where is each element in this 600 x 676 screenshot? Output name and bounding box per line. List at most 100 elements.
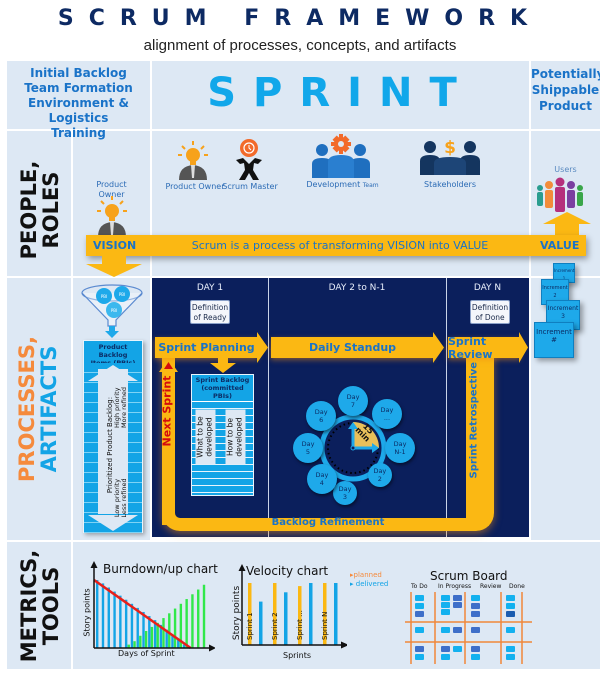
scrum-board-card	[415, 646, 424, 652]
definition-of-ready-scroll: Definition of Ready	[190, 300, 230, 324]
row-label-processes: PROCESSES, ARTIFACTS	[15, 319, 61, 499]
velocity-delivered-bar	[259, 601, 263, 645]
burndown-remaining-bar	[130, 603, 134, 648]
scrum-board-card	[415, 603, 424, 609]
how-to-be-developed: How to be developed	[225, 409, 246, 465]
users-icon	[537, 177, 583, 212]
scrum-board-card	[415, 595, 424, 601]
burnup-completed-bar	[144, 631, 148, 648]
scrum-board-card	[471, 627, 480, 633]
burnup-completed-bar	[173, 608, 177, 648]
high-2: More refined	[120, 386, 128, 428]
scrum-board-card	[453, 595, 462, 601]
scrum-master-icon	[236, 139, 262, 180]
development-team-icon	[312, 134, 370, 178]
sprint-backlog-title: Sprint Backlog (committed PBIs)	[192, 375, 253, 401]
product-owner-icon	[97, 196, 127, 237]
velocity-y-arrow	[238, 564, 246, 571]
burnup-completed-bar	[139, 635, 142, 648]
burndown-remaining-bar	[142, 611, 145, 648]
scrum-board-column-header: Done	[509, 583, 525, 590]
dor-line1: Definition	[191, 303, 229, 312]
dev-team-suffix: Team	[362, 182, 379, 189]
burndown-y-arrow	[90, 561, 98, 568]
burndown-remaining-bar	[119, 595, 122, 648]
what-line1: What to be	[195, 416, 205, 458]
velocity-delivered-bar	[309, 583, 313, 645]
sprint-planning-arrow[interactable]: Sprint Planning	[155, 337, 258, 358]
scrum-board-card	[506, 603, 515, 609]
day-n-header: DAY N	[473, 283, 502, 293]
pb-title-1: Product Backlog	[98, 343, 128, 359]
shippable-line-2: Shippable	[531, 83, 600, 97]
product-backlog-panel: Product Backlog Items (PBIs) Prioritized…	[83, 340, 143, 533]
legend-delivered: ▸ delivered	[350, 580, 389, 588]
standup-day-bubble: Day 4	[306, 464, 337, 495]
scrum-board-card	[453, 646, 462, 652]
shippable-line-1: Potentially	[531, 67, 600, 81]
planning-to-backlog-arrow-icon	[210, 357, 236, 373]
scrum-board-card	[415, 611, 424, 617]
burnup-completed-bar	[133, 641, 136, 648]
row-label-metrics-line1: METRICS,	[17, 549, 41, 663]
sprint-backlog-table: Sprint Backlog (committed PBIs) PBIs Siz…	[191, 374, 254, 496]
scrum-board-column-header: To Do	[410, 583, 428, 590]
scrum-board-card	[506, 595, 515, 601]
inc3-label: Increment	[547, 305, 579, 312]
scrum-board-card	[471, 654, 480, 660]
standup-day-text: Day ...	[380, 406, 394, 423]
product-owner-role-icon	[178, 141, 208, 180]
burndown-remaining-bar	[113, 591, 116, 648]
inc1-label: Increment	[554, 268, 575, 273]
low-priority-label: Low priority Less refined	[113, 478, 128, 518]
scrum-board-card	[471, 595, 480, 601]
increment-4: Increment #	[534, 322, 574, 358]
scrum-board-card	[506, 654, 515, 660]
sprint-heading: SPRINT	[207, 70, 474, 116]
value-label: VALUE	[540, 239, 580, 252]
standup-day-text: Day 6	[314, 408, 328, 425]
burndown-ylabel: Story points	[82, 588, 92, 637]
svg-text:PBI: PBI	[101, 294, 107, 299]
row-label-processes-line2: ARTIFACTS	[37, 345, 61, 473]
legend-planned: ▸planned	[350, 571, 382, 579]
scrum-board-card	[441, 609, 450, 615]
velocity-x-arrow	[341, 641, 347, 649]
velocity-category-label: Sprint N	[321, 612, 329, 640]
burnup-completed-bar	[162, 618, 165, 648]
sprint-prerequisites: Initial Backlog Team Formation Environme…	[7, 66, 150, 141]
prereq-training: Training	[51, 126, 106, 140]
dev-team-word: Development	[306, 180, 361, 189]
scrum-board-column-header: Review	[480, 583, 502, 590]
prereq-team-formation: Team Formation	[24, 81, 133, 95]
sprint-planning-arrowhead-icon	[257, 332, 268, 363]
burnup-completed-bar	[197, 589, 200, 648]
sprint-review-arrowhead-icon	[519, 332, 528, 363]
burndown-remaining-bar	[124, 599, 128, 648]
prereq-environment: Environment & Logistics	[28, 96, 129, 125]
scrum-board-card	[453, 627, 462, 633]
burndown-remaining-bar	[101, 583, 105, 648]
value-up-arrow-icon	[543, 212, 591, 236]
burnup-completed-bar	[168, 613, 171, 648]
velocity-category-label: Sprint 1	[246, 612, 254, 640]
standup-day-text: Day 4	[315, 471, 329, 488]
development-team-label: Development Team	[305, 180, 380, 189]
daily-standup-arrow[interactable]: Daily Standup	[271, 337, 434, 358]
standup-day-text: Day 7	[346, 393, 360, 409]
high-priority-label: High priority More refined	[113, 386, 128, 428]
standup-day-text: Day 3	[338, 485, 352, 502]
standup-day-bubble: Day 5	[293, 433, 323, 463]
dor-line2: of Ready	[193, 313, 227, 322]
users-label: Users	[554, 165, 577, 174]
row-label-people: PEOPLE, ROLES	[17, 140, 63, 280]
what-to-be-developed: What to be developed	[195, 409, 216, 465]
row-label-people-line1: PEOPLE,	[17, 160, 41, 260]
burndown-remaining-bar	[107, 587, 110, 648]
shippable-line-3: Product	[539, 99, 592, 113]
velocity-legend: ▸planned ▸ delivered	[350, 571, 388, 589]
row-label-people-line2: ROLES	[39, 171, 63, 249]
sprint-review-arrow[interactable]: Sprint Review	[448, 335, 520, 361]
velocity-title: Velocity chart	[246, 564, 329, 578]
scrum-board-card	[441, 646, 450, 652]
